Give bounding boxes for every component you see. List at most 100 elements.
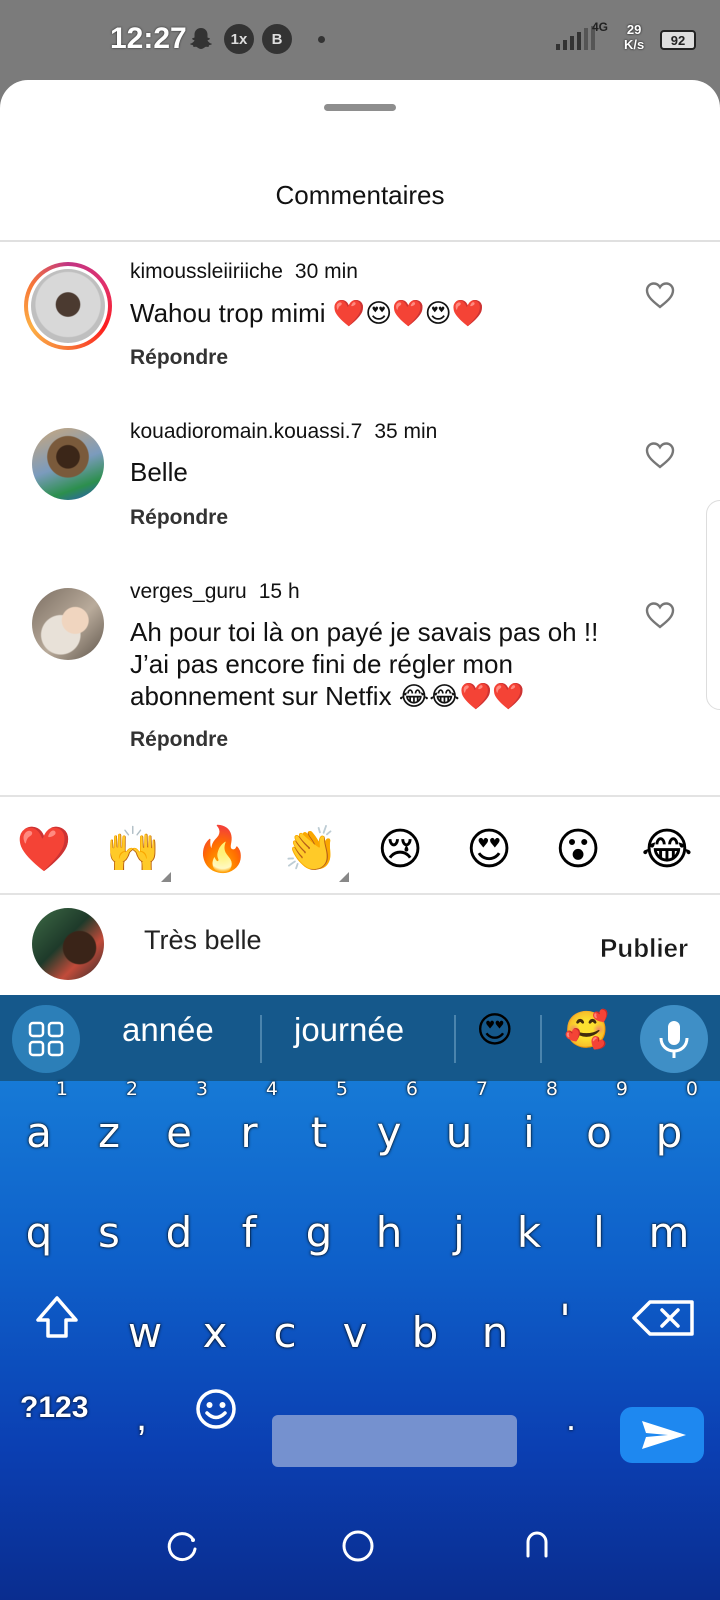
key-period[interactable]: .	[566, 1397, 576, 1439]
reply-button[interactable]: Répondre	[130, 346, 228, 370]
key-r[interactable]: r4	[214, 1080, 284, 1178]
key-k[interactable]: k	[494, 1188, 564, 1278]
comment-text: Belle	[130, 457, 188, 487]
suggestion-emoji[interactable]: 😍	[476, 1009, 514, 1051]
home-icon[interactable]	[340, 1528, 376, 1564]
key-u[interactable]: u7	[424, 1080, 494, 1178]
comment-text: Wahou trop mimi ❤️😍❤️😍❤️	[130, 298, 485, 328]
reply-button[interactable]: Répondre	[130, 728, 228, 752]
network-type: 4G	[592, 20, 609, 34]
apps-grid-icon[interactable]	[12, 1005, 80, 1073]
suggestion-word[interactable]: année	[122, 1011, 214, 1049]
avatar[interactable]	[32, 588, 104, 660]
key-b[interactable]: b	[390, 1288, 460, 1378]
reaction-surprised[interactable]: 😮	[548, 820, 608, 880]
key-comma[interactable]: ,	[136, 1395, 147, 1440]
comment-username[interactable]: kouadioromain.kouassi.7	[130, 420, 362, 443]
key-m[interactable]: m	[634, 1188, 704, 1278]
battery-icon: 92	[660, 30, 696, 50]
divider	[454, 1015, 456, 1063]
comments-sheet: Commentaires kimoussleiiriiche 30 min Wah…	[0, 80, 720, 995]
comment-username[interactable]: verges_guru	[130, 580, 247, 603]
key-x[interactable]: x	[180, 1288, 250, 1378]
shift-icon[interactable]	[20, 1290, 94, 1346]
reaction-clapping[interactable]: 👏	[281, 820, 349, 882]
keyboard: année journée 😍 🥰 a1 z2 e3 r4 t5 y6 u7 i…	[0, 995, 720, 1600]
divider	[540, 1015, 542, 1063]
edge-panel-handle[interactable]	[706, 500, 720, 710]
key-h[interactable]: h	[354, 1188, 424, 1278]
key-c[interactable]: c	[250, 1288, 320, 1378]
back-icon[interactable]	[520, 1528, 554, 1562]
divider	[260, 1015, 262, 1063]
key-v[interactable]: v	[320, 1288, 390, 1378]
comment-input[interactable]: Très belle	[144, 925, 262, 956]
avatar[interactable]	[32, 428, 104, 500]
key-y[interactable]: y6	[354, 1080, 424, 1178]
emoji-icon[interactable]	[194, 1387, 238, 1431]
key-g[interactable]: g	[284, 1188, 354, 1278]
1x-app-icon: 1x	[224, 24, 254, 54]
like-heart-icon[interactable]	[644, 440, 676, 470]
key-z[interactable]: z2	[74, 1080, 144, 1178]
b-app-icon: B	[262, 24, 292, 54]
key-s[interactable]: s	[74, 1188, 144, 1278]
key-e[interactable]: e3	[144, 1080, 214, 1178]
comment-header: kimoussleiiriiche 30 min	[130, 260, 358, 284]
reaction-laughing[interactable]: 😂	[637, 820, 697, 880]
signal-icon	[556, 26, 595, 50]
comment-time: 30 min	[294, 260, 358, 283]
microphone-icon[interactable]	[640, 1005, 708, 1073]
quick-reaction-bar: ❤️ 🙌 🔥 👏 😢 😍 😮 😂	[0, 800, 720, 896]
corner-indicator-icon	[339, 872, 349, 882]
suggestion-bar: année journée 😍 🥰	[0, 995, 720, 1081]
key-d[interactable]: d	[144, 1188, 214, 1278]
comment-header: verges_guru 15 h	[130, 580, 300, 604]
comment-header: kouadioromain.kouassi.7 35 min	[130, 420, 437, 444]
key-t[interactable]: t5	[284, 1080, 354, 1178]
avatar[interactable]	[24, 262, 112, 350]
comment-time: 35 min	[374, 420, 438, 443]
suggestion-emoji[interactable]: 🥰	[564, 1009, 609, 1051]
key-o[interactable]: o9	[564, 1080, 634, 1178]
suggestion-word[interactable]: journée	[294, 1011, 404, 1049]
comment-composer: Très belle Publier	[0, 895, 720, 995]
notification-dot	[318, 36, 325, 43]
key-f[interactable]: f	[214, 1188, 284, 1278]
key-n[interactable]: n	[460, 1288, 530, 1378]
key-apostrophe[interactable]: '	[530, 1275, 600, 1365]
reaction-heart-eyes[interactable]: 😍	[459, 820, 519, 880]
reaction-heart[interactable]: ❤️	[14, 820, 74, 880]
like-heart-icon[interactable]	[644, 600, 676, 630]
key-a[interactable]: a1	[4, 1080, 74, 1178]
battery-level: 92	[670, 32, 686, 48]
comment-text: Ah pour toi là on payé je savais pas oh …	[130, 617, 599, 711]
corner-indicator-icon	[161, 872, 171, 882]
avatar	[32, 908, 104, 980]
comment-username[interactable]: kimoussleiiriiche	[130, 260, 283, 283]
status-bar: 12:27 1x B 4G 29 K/s 92	[0, 0, 720, 80]
reaction-raising-hands[interactable]: 🙌	[103, 820, 171, 882]
spacebar[interactable]	[272, 1415, 517, 1467]
key-p[interactable]: p0	[634, 1080, 704, 1178]
symbols-key[interactable]: ?123	[20, 1391, 88, 1425]
key-j[interactable]: j	[424, 1188, 494, 1278]
divider	[0, 795, 720, 797]
recents-icon[interactable]	[166, 1530, 200, 1564]
reaction-fire[interactable]: 🔥	[192, 820, 252, 880]
key-q[interactable]: q	[4, 1188, 74, 1278]
reaction-crying[interactable]: 😢	[370, 820, 430, 880]
reply-button[interactable]: Répondre	[130, 506, 228, 530]
sheet-title: Commentaires	[275, 180, 445, 210]
drag-handle[interactable]	[324, 104, 396, 111]
navigation-bar	[0, 1490, 720, 1600]
key-i[interactable]: i8	[494, 1080, 564, 1178]
publish-button[interactable]: Publier	[600, 933, 689, 964]
backspace-icon[interactable]	[626, 1290, 706, 1346]
key-l[interactable]: l	[564, 1188, 634, 1278]
divider	[0, 240, 720, 242]
send-button[interactable]	[620, 1407, 704, 1463]
like-heart-icon[interactable]	[644, 280, 676, 310]
key-w[interactable]: w	[110, 1288, 180, 1378]
network-speed: 29 K/s	[624, 22, 645, 52]
